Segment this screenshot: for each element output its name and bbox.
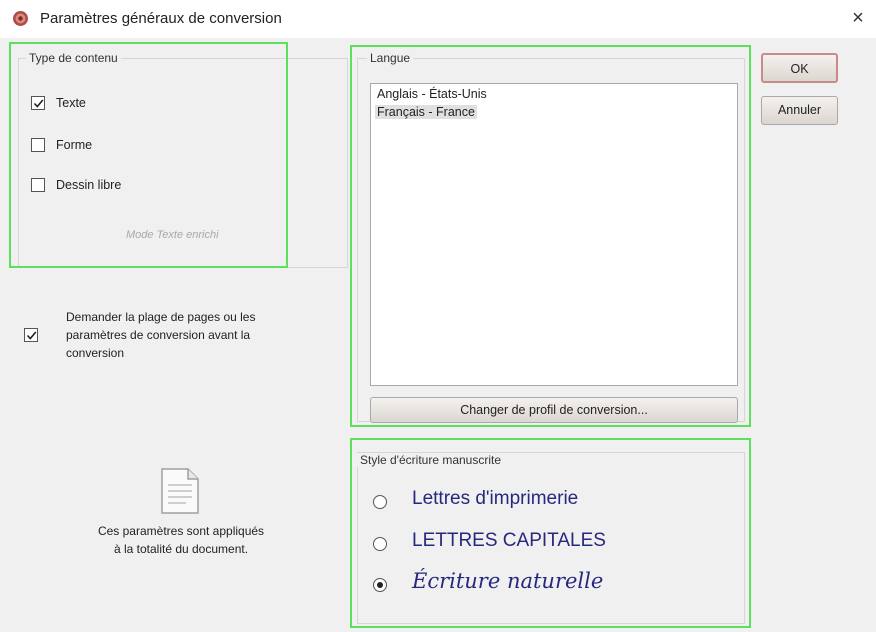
content-type-title: Type de contenu <box>26 51 121 65</box>
radio-ecriture-naturelle[interactable] <box>373 578 387 592</box>
ok-button[interactable]: OK <box>761 53 838 83</box>
language-item-anglais[interactable]: Anglais - États-Unis <box>375 87 489 101</box>
language-title: Langue <box>367 51 414 65</box>
close-button[interactable]: × <box>846 6 870 30</box>
dialog-body: Type de contenu Texte Forme Dessin libre… <box>0 38 876 632</box>
radio-lettres-imprimerie-label: Lettres d'imprimerie <box>412 488 579 509</box>
ask-range-label-line2: paramètres de conversion avant la <box>66 328 251 342</box>
ask-range-label-line1: Demander la plage de pages ou les <box>66 310 256 324</box>
info-text-line1: Ces paramètres sont appliqués <box>97 524 265 538</box>
checkbox-texte[interactable] <box>31 96 45 110</box>
change-profile-button[interactable]: Changer de profil de conversion... <box>370 397 738 423</box>
checkbox-forme[interactable] <box>31 138 45 152</box>
cancel-button[interactable]: Annuler <box>761 96 838 125</box>
mode-texte-enrichi-label: Mode Texte enrichi <box>126 229 219 241</box>
checkbox-dessin-libre-label: Dessin libre <box>56 178 122 192</box>
radio-lettres-capitales-label: LETTRES CAPITALES <box>412 530 606 551</box>
document-icon <box>160 467 200 518</box>
checkbox-forme-label: Forme <box>56 138 93 152</box>
info-text-line2: à la totalité du document. <box>113 542 249 556</box>
radio-lettres-imprimerie[interactable] <box>373 495 387 509</box>
checkbox-ask-range[interactable] <box>24 328 38 342</box>
radio-ecriture-naturelle-label: Écriture naturelle <box>412 569 604 593</box>
app-gear-icon <box>12 10 29 27</box>
handwriting-title: Style d'écriture manuscrite <box>357 453 505 467</box>
language-listbox[interactable]: Anglais - États-Unis Français - France <box>370 83 738 386</box>
checkmark-icon <box>26 331 37 340</box>
checkbox-dessin-libre[interactable] <box>31 178 45 192</box>
radio-selected-dot <box>377 582 383 588</box>
checkmark-icon <box>33 99 44 108</box>
ask-range-label-line3: conversion <box>66 346 125 360</box>
title-bar: Paramètres généraux de conversion × <box>0 0 876 38</box>
radio-lettres-capitales[interactable] <box>373 537 387 551</box>
language-item-francais[interactable]: Français - France <box>375 105 477 119</box>
checkbox-texte-label: Texte <box>56 96 86 110</box>
window-title: Paramètres généraux de conversion <box>40 10 282 27</box>
